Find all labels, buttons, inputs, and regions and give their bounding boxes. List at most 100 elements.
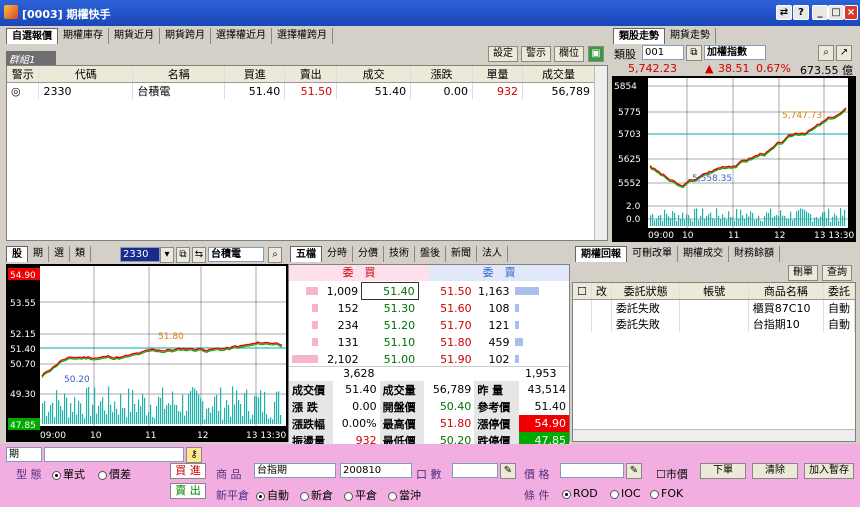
ask-price[interactable]: 51.70 — [418, 317, 475, 334]
tab-price-volume[interactable]: 分價 — [353, 246, 384, 262]
col-bid[interactable]: 買進 — [224, 66, 286, 83]
type-spread-radio[interactable]: 價差 — [98, 466, 131, 482]
clear-button[interactable]: 清除 — [752, 463, 798, 479]
tab-after-hours[interactable]: 盤後 — [415, 246, 446, 262]
tab-balance[interactable]: 財務餘額 — [729, 246, 780, 262]
col-total-vol[interactable]: 成交量 — [522, 66, 596, 83]
restore-arrow-icon[interactable]: ⇄ — [776, 5, 792, 20]
link-icon[interactable]: ⇆ — [192, 247, 206, 263]
group-label[interactable]: 群組1 — [6, 51, 56, 66]
tab-five-levels[interactable]: 五檔 — [290, 246, 322, 262]
bid-price[interactable]: 51.00 — [362, 351, 419, 368]
tab-intraday[interactable]: 分時 — [322, 246, 353, 262]
search-icon[interactable]: ⌕ — [818, 45, 834, 61]
ask-price[interactable]: 51.80 — [418, 334, 475, 351]
search-icon[interactable]: ⌕ — [268, 247, 282, 263]
mode-select[interactable]: 期 — [6, 447, 42, 462]
table-row[interactable]: ◎ 2330 台積電 51.40 51.50 51.40 0.00 932 56… — [7, 82, 596, 99]
tab-modifiable[interactable]: 可刪改單 — [627, 246, 678, 262]
quote-level-row[interactable]: 152 51.30 51.60 108 — [289, 300, 569, 317]
help-icon[interactable]: ? — [793, 5, 809, 20]
close-button[interactable]: × — [844, 5, 858, 20]
ask-price[interactable]: 51.60 — [418, 300, 475, 317]
tab-order-report[interactable]: 期權回報 — [575, 246, 627, 262]
price-input[interactable] — [560, 463, 624, 478]
qty-input[interactable] — [452, 463, 498, 478]
offset-new-radio[interactable]: 新倉 — [300, 487, 333, 503]
alert-button[interactable]: 警示 — [521, 46, 551, 62]
tab-futures[interactable]: 期 — [28, 246, 49, 262]
chevron-down-icon[interactable]: ▾ — [160, 247, 174, 263]
col-check[interactable]: ☐ — [573, 283, 592, 300]
cond-rod-radio[interactable]: ROD — [562, 487, 598, 500]
copy-icon[interactable]: ⧉ — [176, 247, 190, 263]
chart-icon[interactable]: ↗ — [836, 45, 852, 61]
col-modify[interactable]: 改 — [591, 283, 612, 300]
buy-button[interactable]: 買 進 — [170, 463, 206, 479]
bid-price[interactable]: 51.10 — [362, 334, 419, 351]
table-row[interactable]: 委託失敗 台指期10 自動 — [573, 316, 856, 332]
quote-level-row[interactable]: 2,102 51.00 51.90 102 — [289, 351, 569, 368]
copy-icon[interactable]: ⧉ — [686, 45, 702, 61]
tab-options-near[interactable]: 選擇權近月 — [211, 28, 272, 44]
tab-stock[interactable]: 股 — [6, 246, 28, 262]
stock-name[interactable]: 台積電 — [208, 247, 264, 262]
col-unit-vol[interactable]: 單量 — [472, 66, 523, 83]
tab-watchlist[interactable]: 自選報價 — [6, 28, 58, 44]
sell-button[interactable]: 賣 出 — [170, 483, 206, 499]
account-select[interactable] — [44, 447, 184, 462]
offset-close-radio[interactable]: 平倉 — [344, 487, 377, 503]
pencil-icon[interactable]: ✎ — [626, 463, 642, 479]
ask-price[interactable]: 51.50 — [418, 283, 475, 300]
cond-ioc-radio[interactable]: IOC — [610, 487, 641, 500]
table-row[interactable]: 委託失敗 櫃買87C10 自動 — [573, 299, 856, 316]
market-price-checkbox[interactable]: ☐市價 — [656, 466, 688, 482]
tab-futures-cross[interactable]: 期貨跨月 — [160, 28, 211, 44]
tab-institutional[interactable]: 法人 — [477, 246, 508, 262]
watch-scrollbar[interactable] — [594, 66, 607, 240]
pencil-icon[interactable]: ✎ — [500, 463, 516, 479]
bid-price[interactable]: 51.30 — [362, 300, 419, 317]
col-code[interactable]: 代碼 — [38, 66, 134, 83]
tab-futures-near[interactable]: 期貨近月 — [109, 28, 160, 44]
offset-daytrade-radio[interactable]: 當沖 — [388, 487, 421, 503]
ask-price[interactable]: 51.90 — [418, 351, 475, 368]
key-icon[interactable]: ⚷ — [186, 447, 202, 463]
tab-news[interactable]: 新聞 — [446, 246, 477, 262]
product-select[interactable]: 台指期 — [254, 463, 336, 478]
col-change[interactable]: 漲跌 — [410, 66, 474, 83]
col-name[interactable]: 名稱 — [132, 66, 226, 83]
tab-options-cross[interactable]: 選擇權跨月 — [272, 28, 333, 44]
minimize-button[interactable]: _ — [812, 5, 828, 20]
maximize-button[interactable]: □ — [828, 5, 844, 20]
bid-price[interactable]: 51.20 — [362, 317, 419, 334]
add-temp-button[interactable]: 加入暫存 — [804, 463, 854, 479]
offset-auto-radio[interactable]: 自動 — [256, 487, 289, 503]
bid-price[interactable]: 51.40 — [361, 282, 419, 300]
export-icon[interactable]: ▣ — [588, 46, 604, 62]
tab-sector-trend[interactable]: 類股走勢 — [613, 28, 665, 44]
col-status[interactable]: 委託狀態 — [611, 283, 681, 300]
type-single-radio[interactable]: 單式 — [52, 466, 85, 482]
stock-code-input[interactable]: 2330 — [120, 247, 160, 262]
quote-level-row[interactable]: 1,009 51.40 51.50 1,163 — [289, 282, 569, 300]
quote-level-row[interactable]: 234 51.20 51.70 121 — [289, 317, 569, 334]
cond-fok-radio[interactable]: FOK — [650, 487, 683, 500]
tab-sector[interactable]: 類 — [70, 246, 91, 262]
col-account[interactable]: 帳號 — [679, 283, 749, 300]
submit-order-button[interactable]: 下單 — [700, 463, 746, 479]
columns-button[interactable]: 欄位 — [554, 46, 584, 62]
month-select[interactable]: 200810 — [340, 463, 412, 478]
tab-inventory[interactable]: 期權庫存 — [58, 28, 109, 44]
tab-options[interactable]: 選 — [49, 246, 70, 262]
tab-futures-trend[interactable]: 期貨走勢 — [665, 28, 716, 44]
quote-level-row[interactable]: 131 51.10 51.80 459 — [289, 334, 569, 351]
sector-select[interactable]: 001 — [642, 45, 684, 60]
col-product[interactable]: 商品名稱 — [748, 283, 824, 300]
col-order-type[interactable]: 委託 — [823, 283, 856, 300]
col-ask[interactable]: 賣出 — [284, 66, 338, 83]
tab-technical[interactable]: 技術 — [384, 246, 415, 262]
col-alert[interactable]: 警示 — [7, 66, 40, 83]
order-hscrollbar[interactable] — [573, 429, 855, 441]
col-last[interactable]: 成交 — [336, 66, 412, 83]
